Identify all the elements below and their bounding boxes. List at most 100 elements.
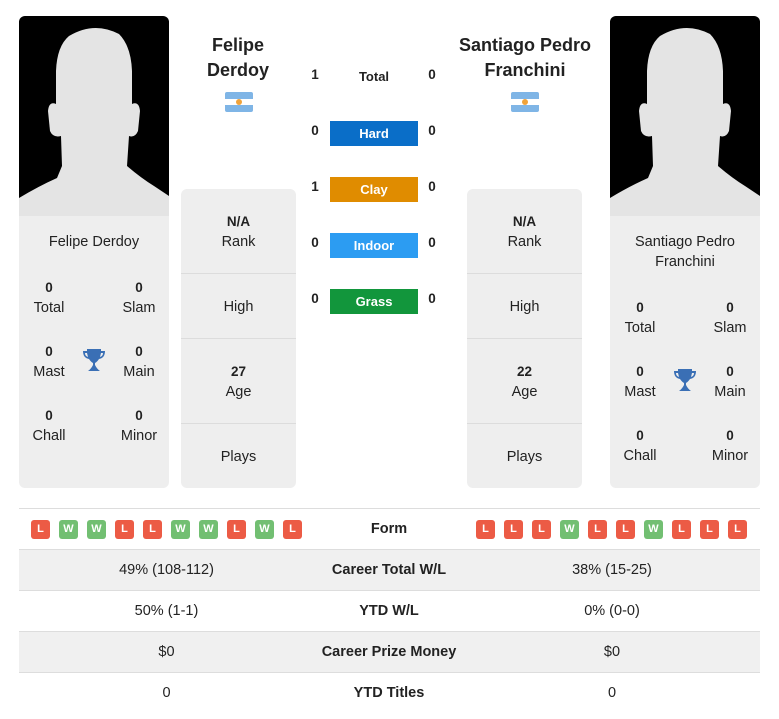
label: Main	[714, 384, 746, 400]
surface-clay-button[interactable]: Clay	[330, 177, 418, 202]
divider	[181, 423, 296, 424]
prize-money-row: $0 Career Prize Money $0	[19, 632, 760, 673]
divider	[467, 423, 582, 424]
form-badge-win[interactable]: W	[560, 520, 579, 539]
label: Minor	[120, 428, 158, 444]
player2-slam-titles: 0 Slam	[700, 298, 760, 338]
player2-name[interactable]: Santiago Pedro Franchini	[450, 33, 600, 83]
player1-mast-titles: 0 Mast	[19, 342, 79, 382]
form-badge-win[interactable]: W	[644, 520, 663, 539]
label: Total	[624, 320, 656, 336]
player1-minor-titles: 0 Minor	[109, 406, 169, 446]
form-badge-loss[interactable]: L	[616, 520, 635, 539]
player2-name-line2: Franchini	[484, 60, 566, 80]
form-badge-loss[interactable]: L	[728, 520, 747, 539]
player2-main-titles: 0 Main	[700, 362, 760, 402]
divider	[467, 338, 582, 339]
value: 0	[636, 300, 644, 315]
player2-minor-titles: 0 Minor	[700, 426, 760, 466]
label: Chall	[32, 428, 66, 444]
player1-main-titles: 0 Main	[109, 342, 169, 382]
player2-photo	[610, 16, 760, 216]
divider	[181, 338, 296, 339]
player1-card: Felipe Derdoy 0 Total 0 Slam 0 Mast 0 Ma…	[19, 16, 169, 488]
form-badge-loss[interactable]: L	[476, 520, 495, 539]
form-label: Form	[370, 521, 408, 537]
player2-card-name-line2: Franchini	[655, 254, 715, 270]
value: 27	[230, 364, 247, 379]
player2-card-name-line1: Santiago Pedro	[635, 234, 735, 250]
player1-slam-titles: 0 Slam	[109, 278, 169, 318]
label: Mast	[624, 384, 656, 400]
player2-age: 22 Age	[467, 362, 582, 402]
ytd-titles-row: 0 YTD Titles 0	[19, 673, 760, 714]
player1-chall-titles: 0 Chall	[19, 406, 79, 446]
player2-plays: Plays	[467, 447, 582, 467]
h2h-indoor-p2: 0	[428, 235, 436, 250]
form-badge-loss[interactable]: L	[532, 520, 551, 539]
form-badge-loss[interactable]: L	[504, 520, 523, 539]
player2-ytd-titles: 0	[607, 685, 617, 701]
label: Main	[123, 364, 155, 380]
surface-grass-button[interactable]: Grass	[330, 289, 418, 314]
h2h-total-p1: 1	[311, 67, 319, 82]
player1-high: High	[181, 297, 296, 317]
player1-name[interactable]: Felipe Derdoy	[178, 33, 298, 83]
player2-name-line1: Santiago Pedro	[458, 35, 592, 55]
player1-name-line2: Derdoy	[206, 60, 269, 80]
player1-card-name: Felipe Derdoy	[48, 234, 140, 250]
player1-prize-money: $0	[158, 644, 175, 660]
silhouette-icon	[610, 27, 760, 216]
label: Plays	[506, 449, 543, 465]
h2h-grass-p1: 0	[311, 291, 319, 306]
form-badge-loss[interactable]: L	[227, 520, 246, 539]
trophy-icon	[83, 349, 105, 371]
value: 0	[636, 428, 644, 443]
player2-chall-titles: 0 Chall	[610, 426, 670, 466]
label: Total	[33, 300, 65, 316]
ytd-titles-label: YTD Titles	[353, 685, 425, 701]
player1-rank-panel: N/A Rank High 27 Age Plays	[181, 189, 296, 488]
prize-money-label: Career Prize Money	[321, 644, 457, 660]
form-badge-win[interactable]: W	[171, 520, 190, 539]
player2-rank: N/A Rank	[467, 212, 582, 252]
form-badge-win[interactable]: W	[87, 520, 106, 539]
label: Mast	[33, 364, 65, 380]
player1-name-line1: Felipe	[211, 35, 264, 55]
form-badge-loss[interactable]: L	[588, 520, 607, 539]
silhouette-icon	[19, 27, 169, 216]
form-badge-loss[interactable]: L	[700, 520, 719, 539]
player1-plays: Plays	[181, 447, 296, 467]
value: 0	[636, 364, 644, 379]
form-badge-loss[interactable]: L	[672, 520, 691, 539]
player2-rank-panel: N/A Rank High 22 Age Plays	[467, 189, 582, 488]
career-wl-row: 49% (108-112) Career Total W/L 38% (15-2…	[19, 550, 760, 591]
h2h-clay-p1: 1	[311, 179, 319, 194]
player2-card: Santiago Pedro Franchini 0 Total 0 Slam …	[610, 16, 760, 488]
form-badge-win[interactable]: W	[59, 520, 78, 539]
player2-high: High	[467, 297, 582, 317]
value: N/A	[226, 214, 251, 229]
h2h-hard-p2: 0	[428, 123, 436, 138]
value: 0	[45, 280, 53, 295]
h2h-indoor-p1: 0	[311, 235, 319, 250]
h2h-clay-p2: 0	[428, 179, 436, 194]
label: Rank	[507, 234, 542, 250]
form-badge-win[interactable]: W	[255, 520, 274, 539]
surface-hard-button[interactable]: Hard	[330, 121, 418, 146]
player1-ytd-wl: 50% (1-1)	[134, 603, 199, 619]
form-badge-loss[interactable]: L	[115, 520, 134, 539]
form-badge-loss[interactable]: L	[31, 520, 50, 539]
label: Slam	[713, 320, 747, 336]
divider	[181, 273, 296, 274]
career-wl-label: Career Total W/L	[331, 562, 447, 578]
surface-indoor-button[interactable]: Indoor	[330, 233, 418, 258]
player1-age: 27 Age	[181, 362, 296, 402]
value: 0	[135, 408, 143, 423]
h2h-total-label: Total	[358, 69, 390, 84]
form-badge-win[interactable]: W	[199, 520, 218, 539]
value: 0	[726, 364, 734, 379]
form-badge-loss[interactable]: L	[143, 520, 162, 539]
player2-mast-titles: 0 Mast	[610, 362, 670, 402]
value: 22	[516, 364, 533, 379]
